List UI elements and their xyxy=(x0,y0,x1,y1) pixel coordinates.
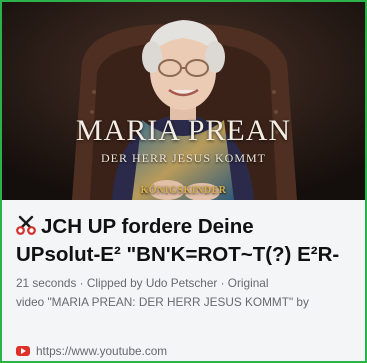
clip-title-text-1: JCH UP fordere Deine xyxy=(41,215,254,238)
clip-title[interactable]: JCH UP fordere Deine UPsolut-E² "BN'K=RO… xyxy=(16,214,361,268)
clip-card[interactable]: MARIA PREAN DER HERR JESUS KOMMT KÖNIGSK… xyxy=(0,0,367,363)
video-thumbnail[interactable]: MARIA PREAN DER HERR JESUS KOMMT KÖNIGSK… xyxy=(2,2,365,200)
thumbnail-subtitle: DER HERR JESUS KOMMT xyxy=(100,151,267,165)
thumbnail-badge: KÖNIGSKINDER xyxy=(140,185,227,196)
clip-title-line-2: UPsolut-E² "BN'K=ROT~T(?) E²R- xyxy=(16,243,340,266)
clip-meta-line-2: video "MARIA PREAN: DER HERR JESUS KOMMT… xyxy=(16,295,309,309)
clip-meta-line-1: 21 seconds · Clipped by Udo Petscher · O… xyxy=(16,276,269,290)
source-link[interactable]: https://www.youtube.com xyxy=(16,344,361,361)
clip-title-line-1: JCH UP fordere Deine xyxy=(16,214,361,242)
youtube-icon xyxy=(16,346,30,356)
thumbnail-image xyxy=(2,2,365,200)
scissors-icon xyxy=(16,215,36,242)
thumbnail-title: MARIA PREAN xyxy=(75,114,292,147)
clip-meta: 21 seconds · Clipped by Udo Petscher · O… xyxy=(16,274,361,312)
source-link-text: https://www.youtube.com xyxy=(36,344,168,358)
